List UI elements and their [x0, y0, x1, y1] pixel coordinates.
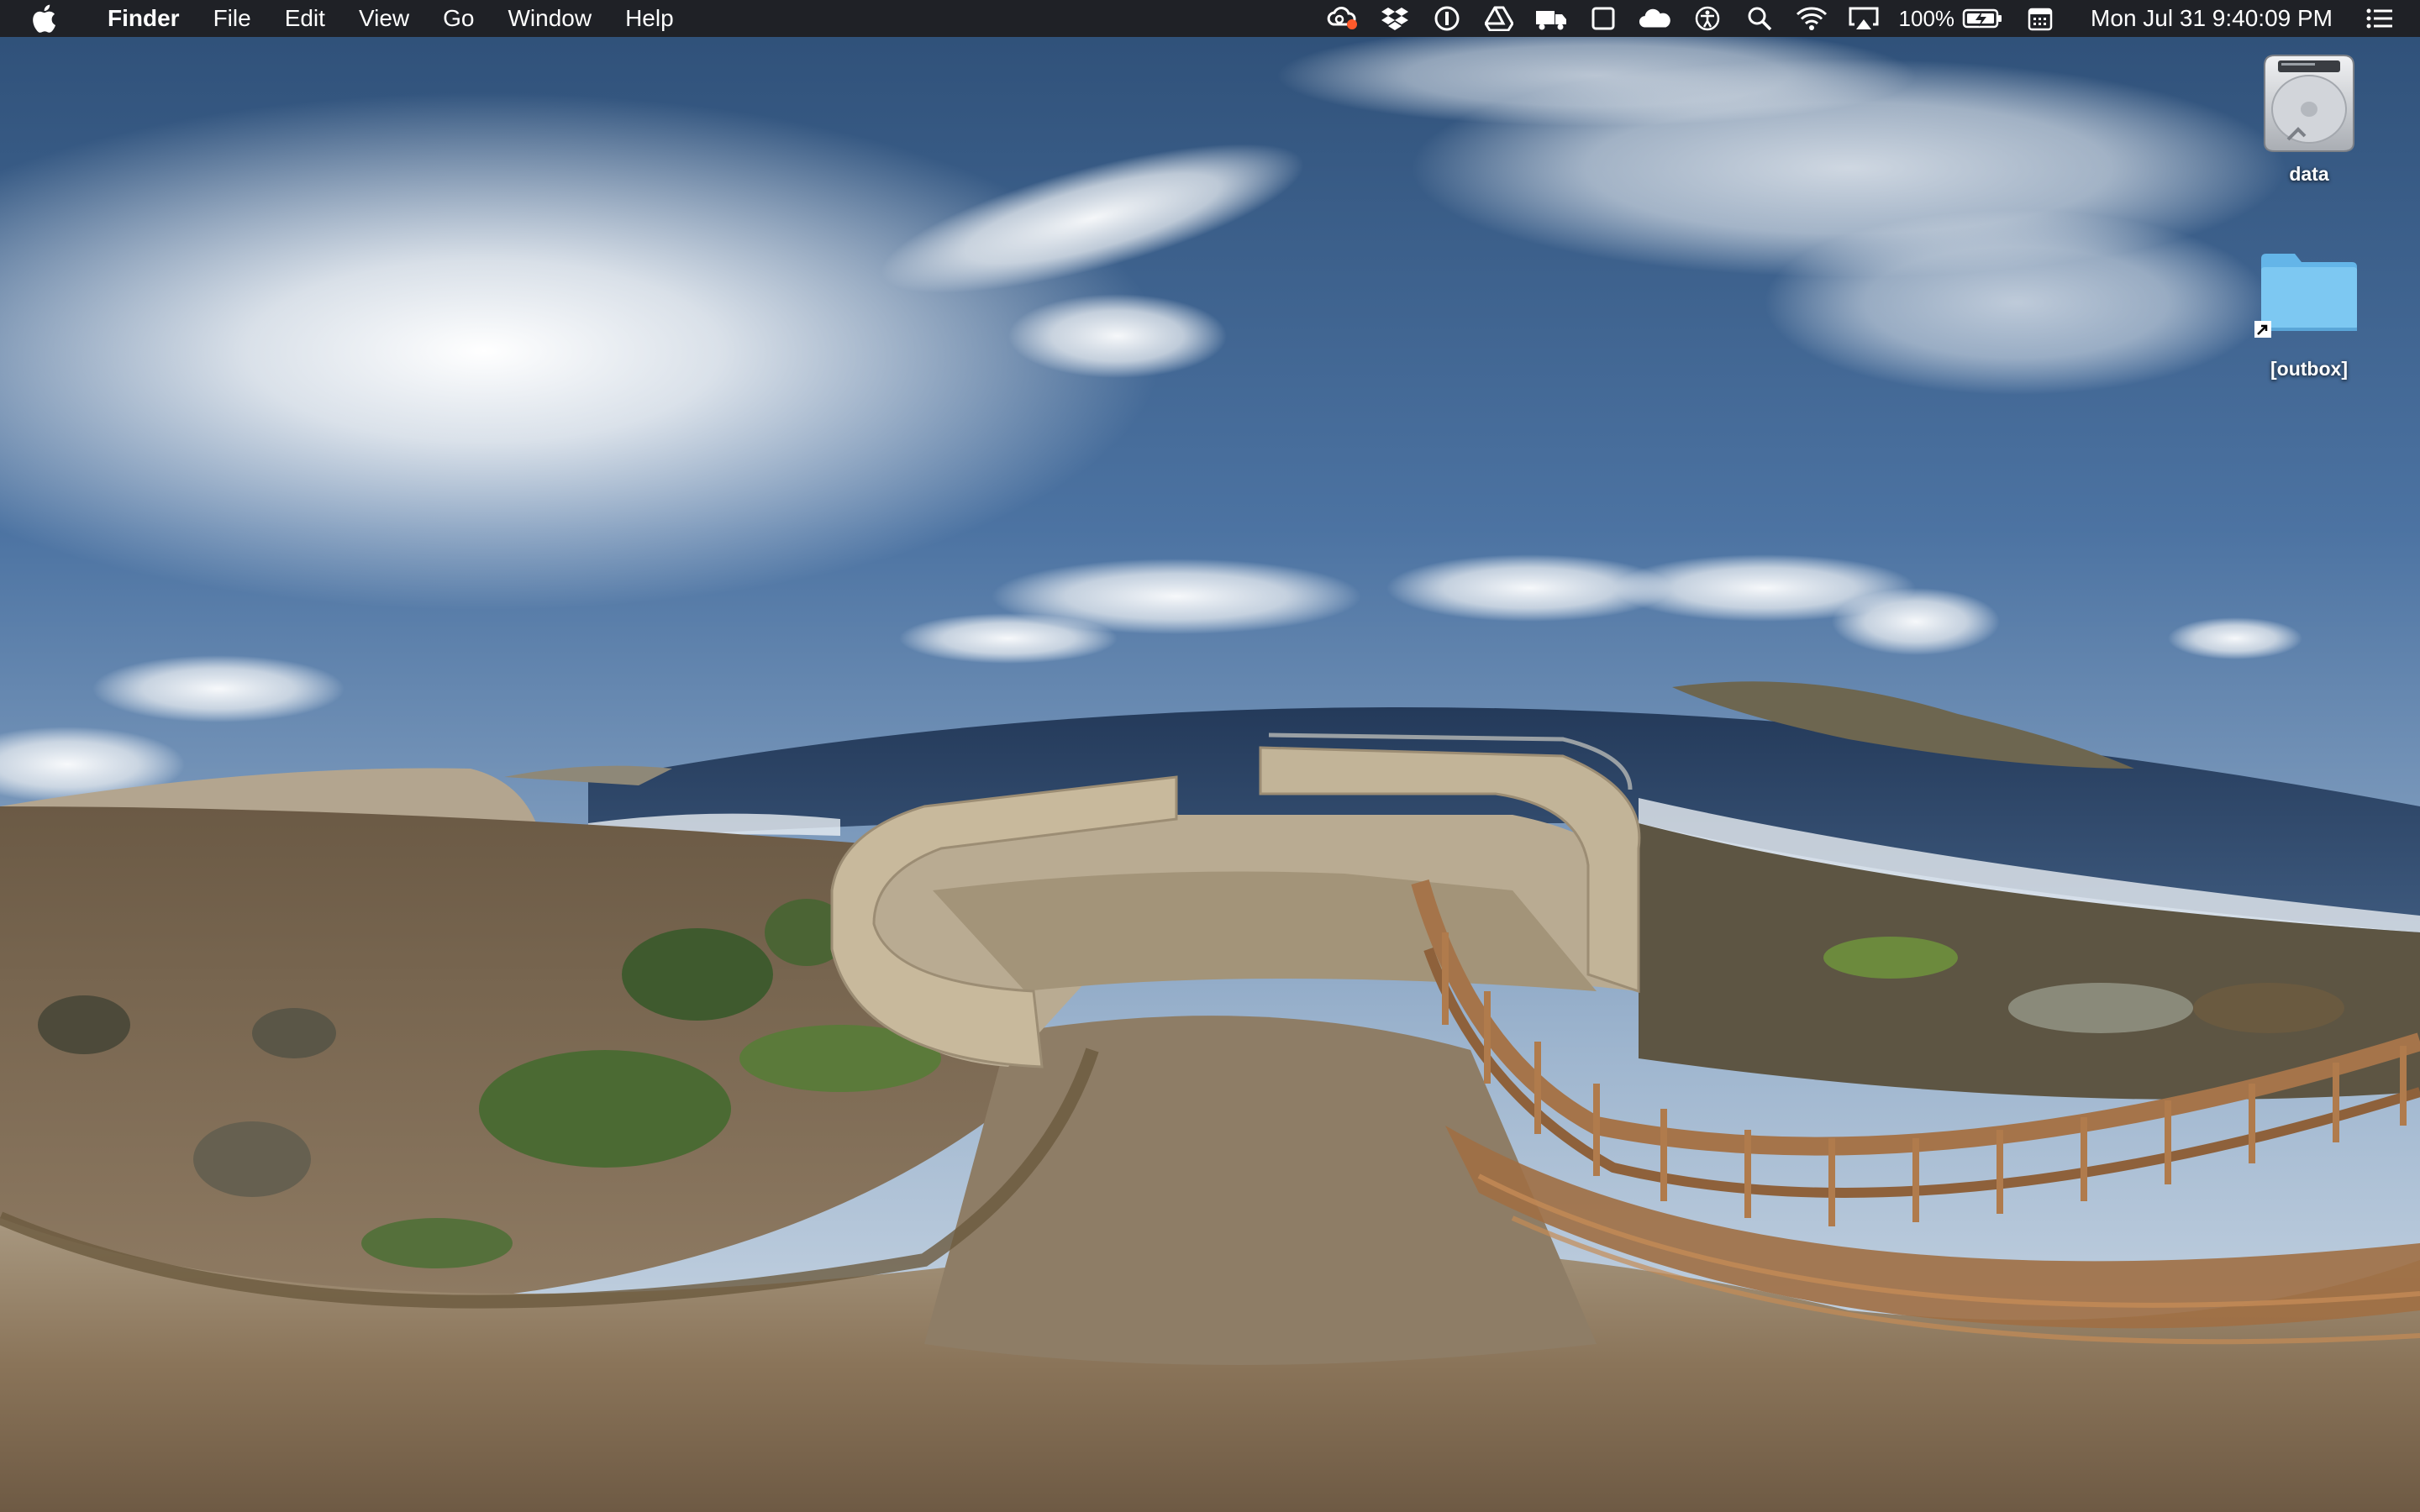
desktop-icon-label: data	[2289, 163, 2329, 185]
wifi-icon[interactable]	[1795, 0, 1828, 37]
desktop-icon-data-drive[interactable]: data	[2233, 49, 2385, 186]
spotlight-search-icon[interactable]	[1743, 0, 1776, 37]
folder-icon	[2254, 244, 2364, 353]
hard-drive-icon	[2254, 49, 2364, 158]
creative-cloud-icon[interactable]	[1326, 0, 1360, 37]
menu-go[interactable]: Go	[426, 0, 491, 37]
accessibility-icon[interactable]	[1691, 0, 1724, 37]
menu-help[interactable]: Help	[608, 0, 691, 37]
menu-view[interactable]: View	[342, 0, 426, 37]
desktop-wallpaper	[0, 0, 2420, 1512]
menu-file[interactable]: File	[197, 0, 268, 37]
cloud-app-icon[interactable]	[1639, 0, 1672, 37]
dropbox-icon[interactable]	[1378, 0, 1412, 37]
menu-app-finder[interactable]: Finder	[91, 0, 197, 37]
battery-charging-icon[interactable]	[1961, 0, 2005, 37]
desktop-icon-label: [outbox]	[2270, 358, 2348, 380]
menu-bar: Finder File Edit View Go Window Help 100…	[0, 0, 2420, 37]
menu-window[interactable]: Window	[491, 0, 608, 37]
google-drive-icon[interactable]	[1482, 0, 1516, 37]
battery-percent[interactable]: 100%	[1899, 0, 1955, 37]
apple-menu-icon[interactable]	[30, 0, 57, 37]
window-square-icon[interactable]	[1586, 0, 1620, 37]
menu-clock[interactable]: Mon Jul 31 9:40:09 PM	[2091, 0, 2333, 37]
desktop-icon-outbox-folder[interactable]: [outbox]	[2233, 244, 2385, 381]
notification-center-icon[interactable]	[2363, 0, 2396, 37]
menu-calendar-icon[interactable]	[2023, 0, 2057, 37]
airplay-icon[interactable]	[1847, 0, 1881, 37]
menu-edit[interactable]: Edit	[268, 0, 342, 37]
transmit-truck-icon[interactable]	[1534, 0, 1568, 37]
1password-icon[interactable]	[1430, 0, 1464, 37]
